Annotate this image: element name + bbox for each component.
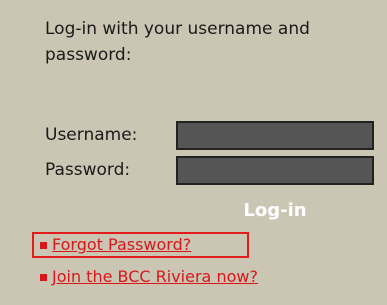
username-input[interactable] — [176, 121, 374, 150]
password-label: Password: — [45, 160, 131, 180]
login-panel: Log-in with your username and password: … — [0, 0, 387, 305]
login-instructions: Log-in with your username and password: — [45, 19, 310, 65]
password-input[interactable] — [176, 156, 374, 185]
join-row: Join the BCC Riviera now? — [40, 265, 258, 289]
red-square-bullet-icon — [40, 241, 47, 249]
forgot-password-link[interactable]: Forgot Password? — [52, 235, 191, 255]
username-label: Username: — [45, 125, 138, 145]
login-button[interactable]: Log-in — [176, 196, 374, 224]
join-link[interactable]: Join the BCC Riviera now? — [52, 267, 258, 287]
forgot-password-row: Forgot Password? — [32, 232, 249, 258]
red-square-bullet-icon — [40, 273, 47, 281]
